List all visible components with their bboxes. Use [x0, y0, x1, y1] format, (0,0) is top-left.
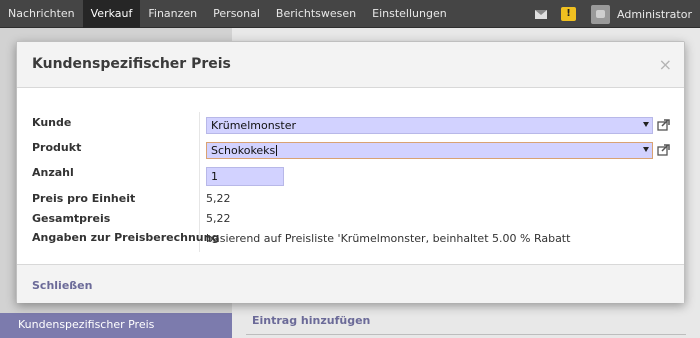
dialog-title: Kundenspezifischer Preis: [32, 56, 231, 72]
user-menu[interactable]: Administrator: [617, 8, 692, 21]
menu-item-nachrichten[interactable]: Nachrichten: [0, 0, 83, 28]
user-area: ! Administrator: [535, 0, 692, 28]
menu-item-verkauf[interactable]: Verkauf: [82, 0, 141, 28]
gesamtpreis-value: 5,22: [206, 212, 231, 225]
text-cursor: [276, 145, 278, 156]
dialog-footer: Schließen: [17, 264, 684, 303]
external-link-icon[interactable]: [657, 144, 670, 156]
menu-item-personal[interactable]: Personal: [205, 0, 268, 28]
close-button[interactable]: Schließen: [32, 279, 92, 292]
top-nav-bar: Nachrichten Verkauf Finanzen Personal Be…: [0, 0, 700, 28]
mail-icon[interactable]: [535, 9, 547, 19]
main-menu: Nachrichten Verkauf Finanzen Personal Be…: [0, 0, 455, 28]
produkt-value: Schokokeks: [211, 144, 276, 157]
divider: [246, 334, 686, 335]
warning-icon[interactable]: !: [561, 7, 576, 21]
preis-pro-einheit-value: 5,22: [206, 192, 231, 205]
menu-item-finanzen[interactable]: Finanzen: [140, 0, 205, 28]
dropdown-arrow-icon[interactable]: [643, 147, 649, 152]
preis-pro-einheit-label: Preis pro Einheit: [32, 192, 136, 205]
kunde-select[interactable]: Krümelmonster: [206, 117, 653, 134]
sidebar-item-kundenspezifischer-preis[interactable]: Kundenspezifischer Preis: [0, 313, 232, 338]
kunde-label: Kunde: [32, 116, 72, 129]
anzahl-label: Anzahl: [32, 166, 74, 179]
menu-item-einstellungen[interactable]: Einstellungen: [364, 0, 455, 28]
produkt-select[interactable]: Schokokeks: [206, 142, 653, 159]
angaben-label: Angaben zur Preisberechnung: [32, 231, 220, 244]
produkt-label: Produkt: [32, 141, 82, 154]
customer-price-dialog: Kundenspezifischer Preis × Kunde Krümelm…: [16, 41, 685, 303]
gesamtpreis-label: Gesamtpreis: [32, 212, 111, 225]
menu-item-berichtswesen[interactable]: Berichtswesen: [268, 0, 364, 28]
anzahl-input[interactable]: 1: [206, 167, 284, 186]
dialog-header: Kundenspezifischer Preis ×: [17, 42, 684, 88]
add-entry-link[interactable]: Eintrag hinzufügen: [252, 314, 370, 327]
dropdown-arrow-icon[interactable]: [643, 122, 649, 127]
close-icon[interactable]: ×: [659, 55, 672, 74]
dialog-body: Kunde Krümelmonster Produkt Schokokeks A…: [17, 88, 684, 264]
external-link-icon[interactable]: [657, 119, 670, 131]
angaben-value: basierend auf Preisliste 'Krümelmonster,…: [206, 232, 571, 245]
kunde-value: Krümelmonster: [211, 119, 296, 132]
avatar-icon[interactable]: [591, 4, 610, 24]
